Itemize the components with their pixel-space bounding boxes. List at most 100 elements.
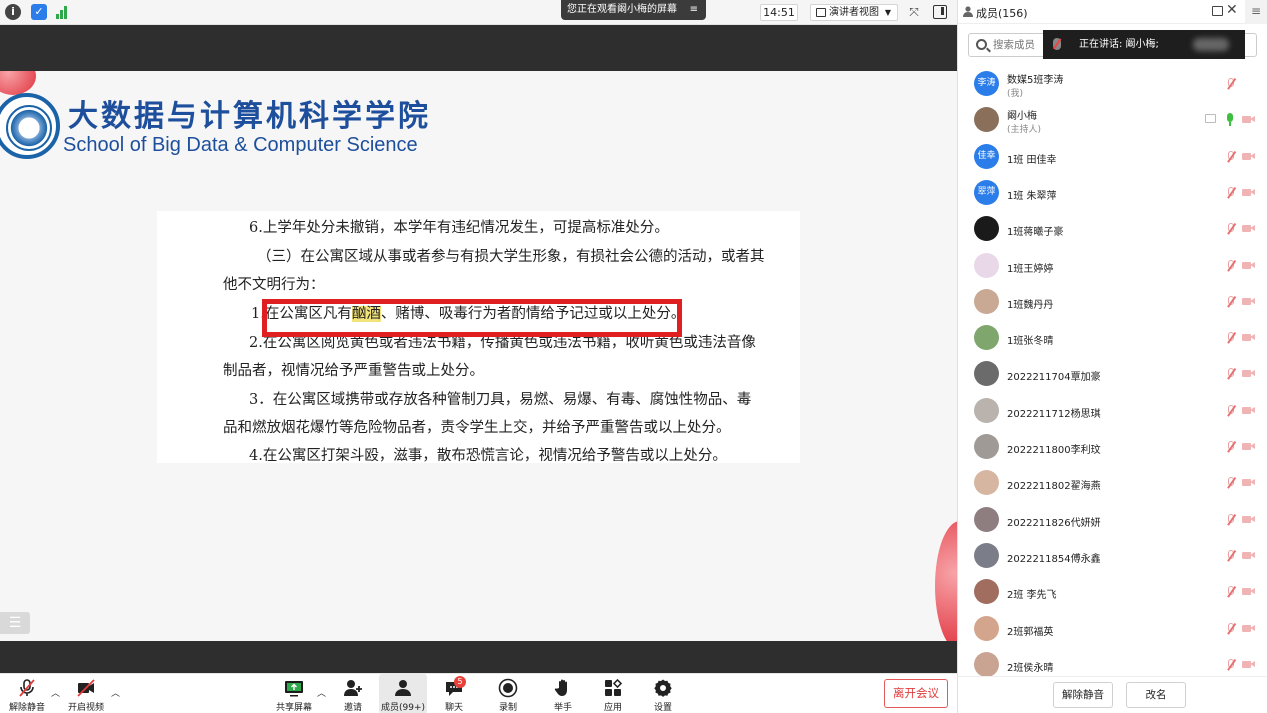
mic-off-icon[interactable] xyxy=(1225,622,1237,635)
apps-icon xyxy=(605,678,623,696)
camera-off-icon[interactable] xyxy=(1242,115,1255,125)
avatar xyxy=(974,579,999,604)
share-screen-button[interactable]: 共享屏幕 xyxy=(272,674,316,713)
member-row[interactable]: 1班王婷婷 xyxy=(958,248,1267,284)
start-video-label: 开启视频 xyxy=(67,703,104,713)
camera-off-icon[interactable] xyxy=(1242,624,1255,634)
speaking-indicator: 正在讲话: 阚小梅; xyxy=(1043,30,1245,59)
close-icon[interactable]: ✕ xyxy=(1226,2,1238,18)
camera-off-icon[interactable] xyxy=(1242,188,1255,198)
mic-off-icon[interactable] xyxy=(1225,77,1237,90)
chevron-up-icon[interactable]: ︿ xyxy=(111,686,120,699)
member-row[interactable]: 2022211802翟海燕 xyxy=(958,465,1267,501)
camera-off-icon[interactable] xyxy=(1242,369,1255,379)
mic-off-icon[interactable] xyxy=(1225,150,1237,163)
member-row[interactable]: 2022211800李利玟 xyxy=(958,429,1267,465)
mic-off-icon[interactable] xyxy=(1225,476,1237,489)
rename-button[interactable]: 改名 xyxy=(1126,682,1186,708)
camera-off-icon[interactable] xyxy=(1242,333,1255,343)
mic-off-icon[interactable] xyxy=(1225,367,1237,380)
info-icon[interactable]: i xyxy=(5,4,21,20)
member-row[interactable]: 2022211704覃加豪 xyxy=(958,356,1267,392)
camera-off-icon[interactable] xyxy=(1242,224,1255,234)
camera-off-icon[interactable] xyxy=(1242,478,1255,488)
camera-off-icon[interactable] xyxy=(1242,297,1255,307)
member-row[interactable]: 2022211712杨思琪 xyxy=(958,393,1267,429)
member-row[interactable]: 1班蒋曦子豪 xyxy=(958,211,1267,247)
settings-button[interactable]: 设置 xyxy=(643,674,683,713)
avatar xyxy=(974,398,999,423)
raise-hand-button[interactable]: 举手 xyxy=(543,674,583,713)
member-name: 2022211802翟海燕 xyxy=(1007,481,1101,492)
camera-off-icon[interactable] xyxy=(1242,261,1255,271)
member-row[interactable]: 2班侯永晴 xyxy=(958,647,1267,676)
member-role: (主持人) xyxy=(1007,125,1042,135)
chevron-up-icon[interactable]: ︿ xyxy=(317,686,326,699)
member-row[interactable]: 1班魏丹丹 xyxy=(958,284,1267,320)
record-icon xyxy=(498,678,518,698)
mic-off-icon[interactable] xyxy=(1225,440,1237,453)
mic-off-icon[interactable] xyxy=(1225,404,1237,417)
member-name: 1班 田佳幸 xyxy=(1007,155,1057,166)
camera-off-icon[interactable] xyxy=(1242,152,1255,162)
camera-off-icon[interactable] xyxy=(1242,442,1255,452)
avatar xyxy=(974,616,999,641)
member-row[interactable]: 李涛 数媒5班李涛 (我) xyxy=(958,66,1267,102)
fullscreen-icon[interactable]: ⤧ xyxy=(906,5,922,21)
mic-off-icon[interactable] xyxy=(1225,549,1237,562)
member-row[interactable]: 翠萍 1班 朱翠萍 xyxy=(958,175,1267,211)
member-row[interactable]: 2班郭福英 xyxy=(958,611,1267,647)
camera-off-icon[interactable] xyxy=(1242,660,1255,670)
list-menu-icon[interactable]: ☰ xyxy=(0,612,30,634)
apps-button[interactable]: 应用 xyxy=(593,674,633,713)
member-row[interactable]: 2班 李先飞 xyxy=(958,574,1267,610)
school-name-cn: 大数据与计算机科学学院 xyxy=(68,99,431,134)
signal-icon[interactable] xyxy=(55,5,69,19)
unmute-button[interactable]: 解除静音 xyxy=(5,674,49,713)
mic-on-icon[interactable] xyxy=(1225,113,1235,126)
view-select[interactable]: 演讲者视图 ▼ xyxy=(810,4,898,21)
popout-icon[interactable] xyxy=(1212,6,1223,16)
members-button[interactable]: 成员(99+) xyxy=(379,674,427,713)
mic-off-icon[interactable] xyxy=(1225,222,1237,235)
chevron-up-icon[interactable]: ︿ xyxy=(51,686,60,699)
member-name: 2022211854傅永鑫 xyxy=(1007,554,1101,565)
camera-off-icon[interactable] xyxy=(1242,406,1255,416)
mic-off-icon[interactable] xyxy=(1225,585,1237,598)
mic-off-icon[interactable] xyxy=(1225,259,1237,272)
member-name: 2022211800李利玟 xyxy=(1007,445,1101,456)
menu-icon[interactable]: ≡ xyxy=(1245,0,1267,24)
camera-off-icon[interactable] xyxy=(1242,515,1255,525)
record-button[interactable]: 录制 xyxy=(488,674,528,713)
member-row[interactable]: 佳幸 1班 田佳幸 xyxy=(958,139,1267,175)
avatar xyxy=(974,325,999,350)
watching-banner[interactable]: 您正在观看阚小梅的屏幕 ≡ xyxy=(561,0,706,20)
camera-off-icon[interactable] xyxy=(1242,551,1255,561)
shield-icon[interactable]: ✓ xyxy=(31,4,47,20)
speaking-text: 正在讲话: 阚小梅; xyxy=(1079,39,1159,50)
sidebar-toggle-icon[interactable] xyxy=(933,5,947,19)
members-icon xyxy=(395,680,411,696)
camera-off-icon[interactable] xyxy=(1242,587,1255,597)
unmute-all-button[interactable]: 解除静音 xyxy=(1053,682,1113,708)
banner-menu-icon[interactable]: ≡ xyxy=(690,0,698,20)
record-label: 录制 xyxy=(498,703,517,713)
member-row[interactable]: 阚小梅 (主持人) xyxy=(958,102,1267,138)
mic-off-icon[interactable] xyxy=(1225,658,1237,671)
leave-meeting-button[interactable]: 离开会议 xyxy=(884,679,948,708)
avatar xyxy=(974,507,999,532)
member-name: 1班王婷婷 xyxy=(1007,264,1054,275)
member-name: 2班 李先飞 xyxy=(1007,590,1057,601)
mic-off-icon[interactable] xyxy=(1225,295,1237,308)
member-row[interactable]: 2022211826代妍妍 xyxy=(958,502,1267,538)
member-row[interactable]: 2022211854傅永鑫 xyxy=(958,538,1267,574)
member-row[interactable]: 1班张冬晴 xyxy=(958,320,1267,356)
invite-button[interactable]: 邀请 xyxy=(333,674,373,713)
mic-off-icon[interactable] xyxy=(1225,513,1237,526)
chat-button[interactable]: 5 聊天 xyxy=(434,674,474,713)
avatar: 佳幸 xyxy=(974,144,999,169)
annotation-box xyxy=(262,299,682,337)
mic-off-icon[interactable] xyxy=(1225,331,1237,344)
start-video-button[interactable]: 开启视频 xyxy=(64,674,108,713)
mic-off-icon[interactable] xyxy=(1225,186,1237,199)
